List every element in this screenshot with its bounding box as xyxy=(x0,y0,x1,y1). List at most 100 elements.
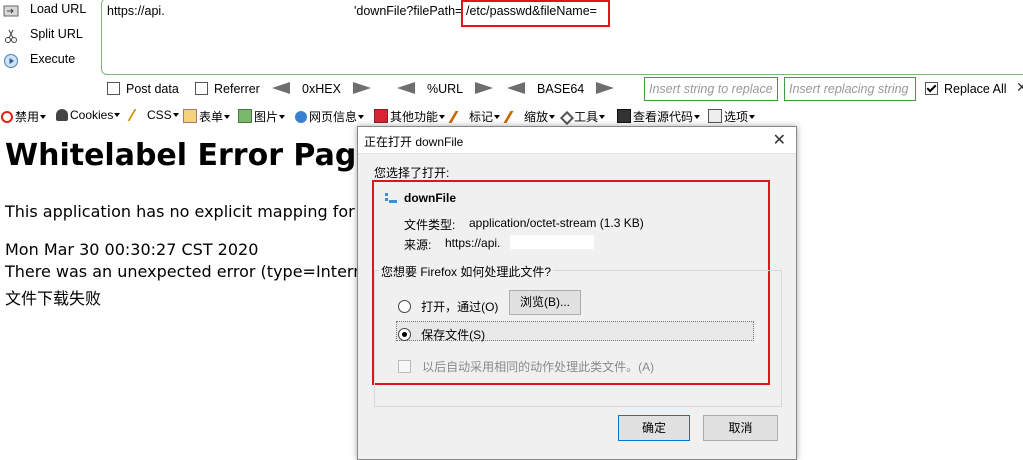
toolbar-forms[interactable]: 表单 xyxy=(183,108,231,125)
toolbar-label: 图片 xyxy=(254,110,279,124)
toolbar-label: 标记 xyxy=(469,110,494,124)
post-data-checkbox[interactable]: Post data xyxy=(107,82,179,96)
file-type-value: application/octet-stream (1.3 KB) xyxy=(469,216,644,230)
dialog-titlebar: 正在打开 downFile ✕ xyxy=(358,127,796,154)
ok-button[interactable]: 确定 xyxy=(618,415,690,441)
url-encode-control[interactable]: %URL xyxy=(397,82,494,96)
auto-action-box xyxy=(398,360,411,373)
toolbar-page-info[interactable]: 网页信息 xyxy=(295,108,365,125)
toolbar-label: 网页信息 xyxy=(309,110,358,124)
load-url-icon xyxy=(3,5,19,17)
error-line-download-failed: 文件下载失败 xyxy=(5,289,102,308)
caret-down-icon xyxy=(749,115,756,119)
post-data-box xyxy=(107,82,120,95)
arrow-left-icon[interactable] xyxy=(272,82,290,94)
arrow-right-icon[interactable] xyxy=(596,82,615,94)
split-url-button[interactable]: Split URL xyxy=(0,25,100,47)
toolbar-disable[interactable]: 禁用 xyxy=(1,108,47,125)
hex-control[interactable]: 0xHEX xyxy=(272,82,371,96)
replace-all-checkbox[interactable]: Replace All xyxy=(925,82,1007,96)
base64-control[interactable]: BASE64 xyxy=(507,82,615,96)
execute-label: Execute xyxy=(30,52,76,66)
save-file-radio[interactable]: 保存文件(S) xyxy=(398,324,485,343)
browse-button[interactable]: 浏览(B)... xyxy=(509,290,581,315)
open-with-label: 打开，通过(O) xyxy=(421,300,499,314)
execute-button[interactable]: Execute xyxy=(0,50,100,72)
toolbar-label: 表单 xyxy=(199,110,224,124)
file-source-value: https://api. xyxy=(445,236,501,250)
close-icon[interactable]: ✕ xyxy=(773,130,786,149)
web-developer-toolbar: 禁用 Cookies CSS 表单 图片 网页信息 其他功能 标记 缩放 工具 … xyxy=(0,106,1023,126)
caret-down-icon xyxy=(599,115,606,119)
cancel-button[interactable]: 取消 xyxy=(703,415,778,441)
caret-down-icon xyxy=(439,115,446,119)
options-icon xyxy=(708,109,722,123)
caret-down-icon xyxy=(224,115,231,119)
dialog-title: 正在打开 downFile xyxy=(364,135,464,149)
toolbar-outline[interactable]: 标记 xyxy=(448,108,501,125)
toolbar-label: 查看源代码 xyxy=(633,110,694,124)
form-icon xyxy=(183,109,197,123)
toolbar-resize[interactable]: 缩放 xyxy=(503,108,556,125)
load-url-button[interactable]: Load URL xyxy=(0,0,100,22)
url-highlight-box: /etc/passwd&fileName= xyxy=(461,0,610,27)
file-type-label: 文件类型: xyxy=(404,218,456,232)
toolbar-label: 缩放 xyxy=(524,110,549,124)
tools-icon xyxy=(559,110,575,126)
caret-down-icon xyxy=(549,115,556,119)
url-text-start: https://api. xyxy=(107,4,165,18)
download-dialog: 正在打开 downFile ✕ 您选择了打开: downFile 文件类型: a… xyxy=(357,126,797,460)
open-with-radio-dot xyxy=(398,300,411,313)
error-line-date: Mon Mar 30 00:30:27 CST 2020 xyxy=(5,240,259,259)
auto-action-label: 以后自动采用相同的动作处理此类文件。(A) xyxy=(422,360,655,374)
base64-label: BASE64 xyxy=(537,82,585,96)
file-icon xyxy=(385,193,397,203)
arrow-left-icon[interactable] xyxy=(507,82,525,94)
file-source-label: 来源: xyxy=(404,238,432,252)
insert-string-input[interactable]: Insert string to replace xyxy=(644,77,778,101)
save-file-label: 保存文件(S) xyxy=(421,328,486,342)
referrer-checkbox[interactable]: Referrer xyxy=(195,82,260,96)
caret-down-icon xyxy=(172,113,179,117)
url-encode-label: %URL xyxy=(427,82,464,96)
user-icon xyxy=(56,109,68,121)
image-icon xyxy=(238,109,252,123)
toolbar-view-source[interactable]: 查看源代码 xyxy=(617,108,701,125)
hackbar-actions: Load URL Split URL Execute xyxy=(0,0,100,74)
ruler-icon xyxy=(503,111,526,123)
arrow-right-icon[interactable] xyxy=(352,82,371,94)
error-line-type: There was an unexpected error (type=Inte… xyxy=(5,262,378,281)
page-title: Whitelabel Error Page xyxy=(5,138,377,173)
close-hackbar-icon[interactable]: ✕ xyxy=(1016,80,1023,96)
arrow-left-icon[interactable] xyxy=(397,82,415,94)
toolbar-options[interactable]: 选项 xyxy=(708,108,756,125)
replacing-string-input[interactable]: Insert replacing string xyxy=(784,77,916,101)
url-text-path: 'downFile?filePath= xyxy=(354,4,463,18)
source-icon xyxy=(617,109,631,123)
scissors-icon xyxy=(5,29,17,43)
split-url-label: Split URL xyxy=(30,27,83,41)
arrow-right-icon[interactable] xyxy=(475,82,494,94)
hex-label: 0xHEX xyxy=(302,82,341,96)
you-chose-label: 您选择了打开: xyxy=(374,166,450,180)
replace-all-box xyxy=(925,82,938,95)
toolbar-label: CSS xyxy=(147,108,172,122)
toolbar-label: 禁用 xyxy=(15,110,40,124)
toolbar-cookies[interactable]: Cookies xyxy=(56,108,121,122)
toolbar-misc[interactable]: 其他功能 xyxy=(374,108,446,125)
toolbar-css[interactable]: CSS xyxy=(127,108,179,122)
toolbar-images[interactable]: 图片 xyxy=(238,108,286,125)
toolbar-tools[interactable]: 工具 xyxy=(559,108,606,126)
save-file-radio-dot xyxy=(398,328,411,341)
toolbar-label: 选项 xyxy=(724,110,749,124)
play-icon xyxy=(4,54,18,68)
open-with-radio[interactable]: 打开，通过(O) xyxy=(398,296,498,315)
caret-down-icon xyxy=(279,115,286,119)
auto-action-checkbox[interactable]: 以后自动采用相同的动作处理此类文件。(A) xyxy=(398,356,654,375)
toolbar-label: Cookies xyxy=(70,108,114,122)
error-line-mapping: This application has no explicit mapping… xyxy=(5,202,376,221)
toolbar-label: 其他功能 xyxy=(390,110,439,124)
load-url-label: Load URL xyxy=(30,2,87,16)
caret-down-icon xyxy=(40,115,47,119)
referrer-label: Referrer xyxy=(214,82,260,96)
